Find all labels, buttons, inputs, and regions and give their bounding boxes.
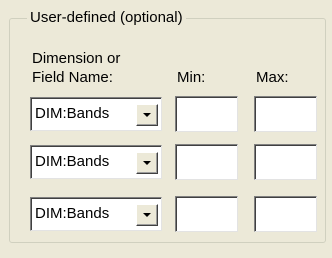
- chevron-down-icon: [143, 213, 151, 217]
- max-input-3[interactable]: [254, 196, 317, 232]
- field-select-value: DIM:Bands: [35, 205, 110, 222]
- field-select-value: DIM:Bands: [35, 105, 110, 122]
- field-header-line2: Field Name:: [32, 69, 113, 86]
- field-select-value: DIM:Bands: [35, 153, 110, 170]
- field-header-line1: Dimension or: [32, 50, 121, 67]
- min-input-3[interactable]: [175, 196, 238, 232]
- chevron-down-icon: [143, 113, 151, 117]
- field-select-3[interactable]: DIM:Bands: [30, 197, 162, 231]
- min-input-1[interactable]: [175, 96, 238, 132]
- dropdown-button[interactable]: [136, 152, 158, 174]
- min-header: Min:: [177, 69, 206, 86]
- field-select-1[interactable]: DIM:Bands: [30, 97, 162, 131]
- max-input-1[interactable]: [254, 96, 317, 132]
- dropdown-button[interactable]: [136, 204, 158, 226]
- max-input-2[interactable]: [254, 144, 317, 180]
- max-header: Max:: [256, 69, 289, 86]
- chevron-down-icon: [143, 161, 151, 165]
- min-input-2[interactable]: [175, 144, 238, 180]
- groupbox-title: User-defined (optional): [27, 9, 186, 27]
- dropdown-button[interactable]: [136, 104, 158, 126]
- field-select-2[interactable]: DIM:Bands: [30, 145, 162, 179]
